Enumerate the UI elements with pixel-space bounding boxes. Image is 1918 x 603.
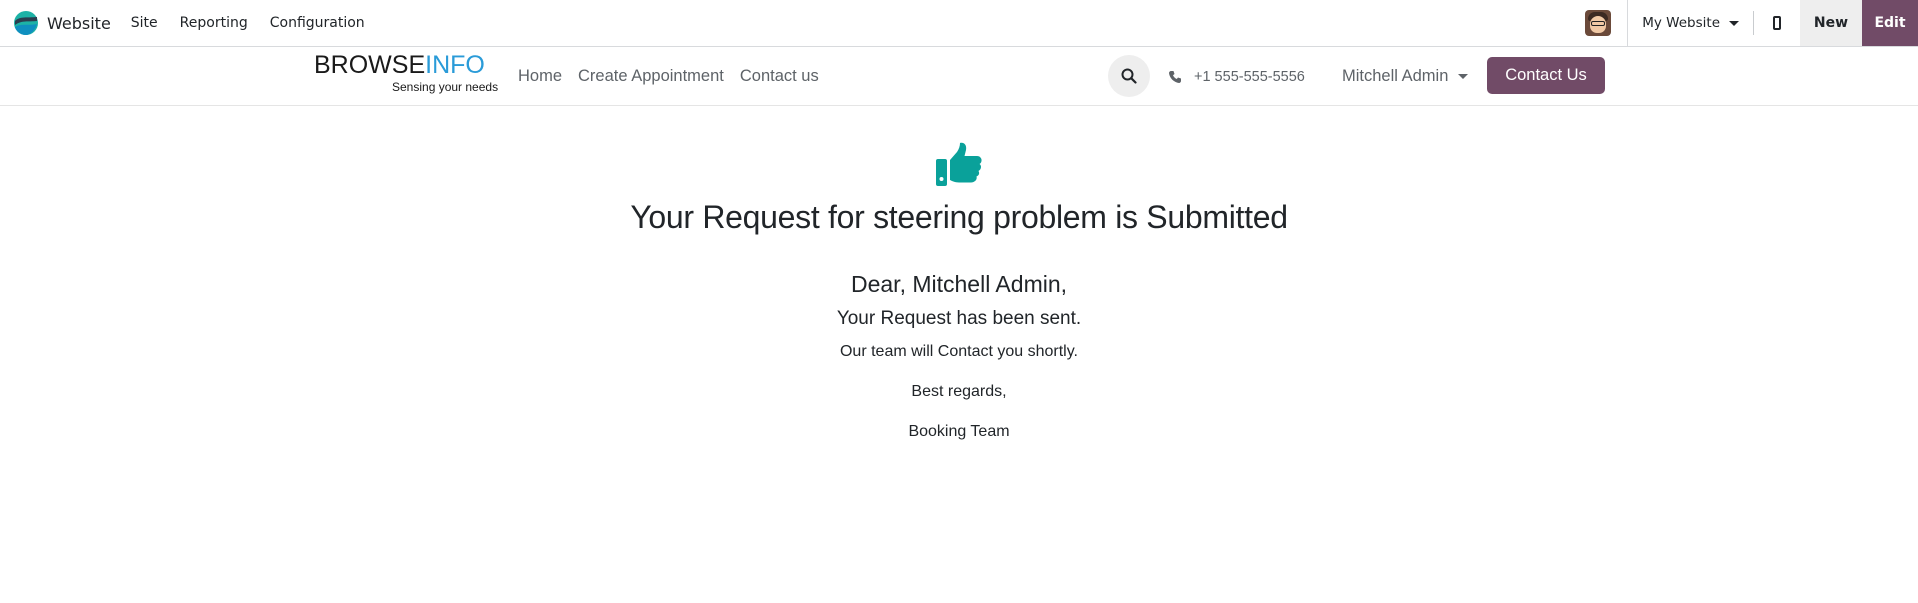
thumbs-up-icon <box>936 142 982 186</box>
contact-us-button[interactable]: Contact Us <box>1487 57 1605 94</box>
site-header: BROWSEINFO Sensing your needs Home Creat… <box>0 47 1918 106</box>
search-button[interactable] <box>1108 55 1150 97</box>
mobile-preview-button[interactable] <box>1754 0 1800 46</box>
website-selector-label: My Website <box>1642 15 1720 31</box>
edit-button[interactable]: Edit <box>1862 0 1918 46</box>
menu-reporting[interactable]: Reporting <box>180 15 248 31</box>
nav-home[interactable]: Home <box>518 67 562 86</box>
new-button[interactable]: New <box>1800 0 1862 46</box>
followup-message: Our team will Contact you shortly. <box>839 343 1078 360</box>
website-app-icon <box>14 11 38 35</box>
greeting: Dear, Mitchell Admin, <box>850 271 1068 297</box>
brand-part1: BROWSE <box>314 51 426 79</box>
menu-site[interactable]: Site <box>131 15 158 31</box>
phone-link[interactable]: +1 555-555-5556 <box>1168 47 1305 106</box>
brand-logo[interactable]: BROWSEINFO Sensing your needs <box>314 52 498 98</box>
confirmation-title: Your Request for steering problem is Sub… <box>630 199 1288 235</box>
brand-part2: INFO <box>425 51 485 79</box>
phone-number: +1 555-555-5556 <box>1194 68 1305 85</box>
mobile-icon <box>1773 16 1781 30</box>
user-name: Mitchell Admin <box>1342 67 1449 85</box>
phone-icon <box>1169 70 1181 83</box>
signature-text: Booking Team <box>908 423 1010 440</box>
app-name: Website <box>47 13 111 33</box>
nav-contact-us[interactable]: Contact us <box>740 67 819 86</box>
admin-menu: Site Reporting Configuration <box>131 15 387 31</box>
menu-configuration[interactable]: Configuration <box>270 15 365 31</box>
website-app-logo[interactable]: Website <box>13 10 111 36</box>
confirmation-section: Your Request for steering problem is Sub… <box>0 107 1918 603</box>
brand-tagline: Sensing your needs <box>392 80 499 94</box>
user-avatar-button[interactable] <box>1574 0 1621 46</box>
admin-navbar: Website Site Reporting Configuration My … <box>0 0 1918 47</box>
website-selector[interactable]: My Website <box>1628 0 1753 46</box>
site-nav: Home Create Appointment Contact us <box>518 47 835 106</box>
brand-wordmark: BROWSEINFO <box>314 52 489 78</box>
sent-message: Your Request has been sent. <box>836 308 1082 329</box>
chevron-down-icon <box>1729 20 1739 26</box>
nav-create-appointment[interactable]: Create Appointment <box>578 67 724 86</box>
user-menu[interactable]: Mitchell Admin <box>1342 47 1469 106</box>
avatar <box>1584 10 1611 36</box>
chevron-down-icon <box>1458 74 1469 79</box>
admin-navbar-right: My Website New Edit <box>1574 0 1918 46</box>
search-icon <box>1121 68 1137 84</box>
regards-text: Best regards, <box>911 383 1007 400</box>
